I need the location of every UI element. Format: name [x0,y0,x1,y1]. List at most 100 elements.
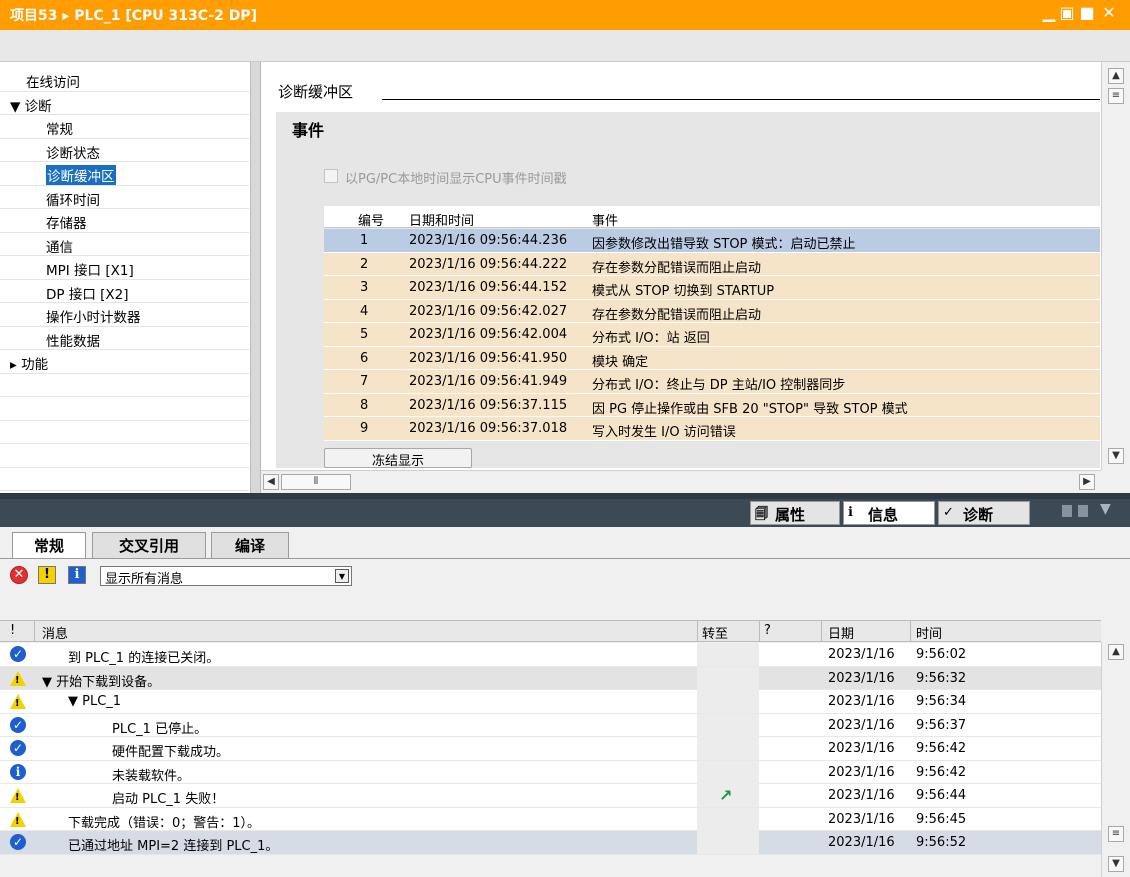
scroll-down-icon[interactable]: ▼ [1108,856,1124,872]
goto-cell[interactable] [697,713,759,737]
nav-item[interactable]: ▸ 功能 [0,350,249,374]
goto-cell[interactable] [697,831,759,854]
goto-cell[interactable] [697,737,759,760]
event-event: 分布式 I/O：终止与 DP 主站/IO 控制器同步 [592,378,846,393]
tab-cross-reference[interactable]: 交叉引用 [92,532,206,558]
nav-item[interactable]: 在线访问 [0,68,249,92]
message-row[interactable]: ! 下载完成（错误：0；警告：1）。 2023/1/16 9:56:45 [0,807,1101,831]
nav-item[interactable]: ▼ 诊断 [0,92,249,115]
col-goto[interactable]: 转至 [702,623,728,642]
goto-cell[interactable] [697,690,759,713]
nav-item[interactable]: 循环时间 [0,186,249,209]
scroll-left-icon[interactable]: ◀ [263,474,279,490]
goto-cell[interactable] [697,666,759,690]
tab-diagnostics[interactable]: ✓ 诊断 [938,501,1030,525]
goto-cell[interactable] [697,807,759,831]
message-row[interactable]: ↗! 启动 PLC_1 失败！ 2023/1/16 9:56:44 [0,784,1101,808]
scroll-right-icon[interactable]: ▶ [1079,474,1095,490]
collapse-arrow-icon[interactable]: ▼ [1100,501,1111,517]
nav-item[interactable]: 操作小时计数器 [0,303,249,327]
nav-item[interactable]: 诊断缓冲区 [0,162,249,186]
scroll-up-icon[interactable]: ▲ [1108,644,1124,660]
tab-general[interactable]: 常规 [12,532,86,558]
nav-item-label: 性能数据 [46,333,100,350]
goto-arrow-icon[interactable]: ↗ [719,786,732,805]
nav-item[interactable]: DP 接口 [X2] [0,280,249,303]
panel-splitter[interactable] [251,62,261,493]
scroll-thumb[interactable]: ⦀ [281,474,351,490]
event-row[interactable]: 2 2023/1/16 09:56:44.222 存在参数分配错误而阻止启动 [324,252,1100,276]
col-time[interactable]: 时间 [916,623,942,642]
nav-item-label: 在线访问 [26,75,80,91]
col-separator [697,620,698,642]
col-datetime[interactable]: 日期和时间 [409,210,474,229]
warning-filter-icon[interactable]: ! [38,566,56,584]
goto-cell[interactable] [697,760,759,784]
nav-item[interactable]: 诊断状态 [0,139,249,162]
error-filter-icon[interactable]: ✕ [10,566,28,584]
nav-item[interactable]: 性能数据 [0,327,249,350]
event-row[interactable]: 7 2023/1/16 09:56:41.949 分布式 I/O：终止与 DP 主站… [324,370,1100,394]
event-row[interactable]: 5 2023/1/16 09:56:42.004 分布式 I/O：站 返回 [324,323,1100,347]
scroll-grip-icon[interactable]: ≡ [1108,826,1124,842]
message-time: 9:56:52 [916,835,967,850]
tab-properties[interactable]: 🗐 属性 [750,501,840,525]
col-flag[interactable]: ! [10,623,15,638]
chevron-down-icon[interactable]: ▼ [335,569,349,583]
event-no: 7 [360,374,369,389]
event-row[interactable]: 3 2023/1/16 09:56:44.152 模式从 STOP 切换到 STAR… [324,276,1100,300]
maximize-icon[interactable]: ■ [1078,3,1096,22]
col-no[interactable]: 编号 [358,210,384,229]
message-row[interactable]: ✓ 到 PLC_1 的连接已关闭。 2023/1/16 9:56:02 [0,643,1101,667]
message-row[interactable]: ✓ PLC_1 已停止。 2023/1/16 9:56:37 [0,713,1101,737]
col-question[interactable]: ? [764,623,771,638]
message-row[interactable]: ! ▼ PLC_1 2023/1/16 9:56:34 [0,690,1101,714]
tab-info[interactable]: ℹ 信息 [843,501,935,525]
event-row[interactable]: 4 2023/1/16 09:56:42.027 存在参数分配错误而阻止启动 [324,299,1100,323]
restore-icon[interactable]: ▣ [1058,3,1076,22]
message-text: 已通过地址 MPI=2 连接到 PLC_1。 [68,839,279,854]
freeze-display-button[interactable]: 冻结显示 [324,448,472,469]
nav-item-label: 存储器 [46,216,87,232]
messages-vertical-scrollbar[interactable]: ▲ ≡ ▼ [1101,642,1130,877]
message-row[interactable]: ✓ 已通过地址 MPI=2 连接到 PLC_1。 2023/1/16 9:56:52 [0,831,1101,855]
message-row[interactable]: ✓ 硬件配置下载成功。 2023/1/16 9:56:42 [0,737,1101,761]
scroll-grip-icon[interactable]: ≡ [1108,88,1124,104]
nav-item[interactable]: 常规 [0,115,249,139]
nav-item[interactable]: 通信 [0,233,249,256]
close-icon[interactable]: ✕ [1100,3,1118,22]
message-row[interactable]: i 未装载软件。 2023/1/16 9:56:42 [0,760,1101,784]
info-filter-icon[interactable]: i [68,566,86,584]
message-time: 9:56:44 [916,788,967,803]
event-datetime: 2023/1/16 09:56:44.222 [409,256,568,272]
tab-compile[interactable]: 编译 [211,532,289,558]
goto-cell[interactable]: ↗ [697,784,759,807]
event-row[interactable]: 1 2023/1/16 09:56:44.236 因参数修改出错导致 STOP 模式… [324,229,1100,253]
content-vertical-scrollbar[interactable]: ▲ ≡ ▼ [1101,62,1130,470]
nav-item[interactable]: 存储器 [0,209,249,233]
scroll-up-icon[interactable]: ▲ [1108,68,1124,84]
split-window-icon[interactable] [1078,505,1088,517]
content-horizontal-scrollbar[interactable]: ◀ ⦀ ▶ [261,470,1101,493]
nav-empty-row [0,468,249,491]
goto-cell[interactable] [697,643,759,666]
message-date: 2023/1/16 [828,835,895,850]
scroll-down-icon[interactable]: ▼ [1108,448,1124,464]
nav-item[interactable]: MPI 接口 [X1] [0,256,249,280]
col-date[interactable]: 日期 [828,623,854,642]
message-date: 2023/1/16 [828,741,895,756]
success-check-icon: ✓ [10,716,26,733]
message-date: 2023/1/16 [828,788,895,803]
event-event: 因参数修改出错导致 STOP 模式：启动已禁止 [592,237,856,252]
float-window-icon[interactable] [1062,505,1072,517]
event-row[interactable]: 6 2023/1/16 09:56:41.950 模块 确定 [324,346,1100,370]
col-event[interactable]: 事件 [592,210,618,229]
col-message[interactable]: 消息 [42,623,68,642]
message-filter-select[interactable]: 显示所有消息 ▼ [100,566,352,587]
event-row[interactable]: 8 2023/1/16 09:56:37.115 因 PG 停止操作或由 SFB 2… [324,393,1100,417]
message-row[interactable]: ! ▼ 开始下载到设备。 2023/1/16 9:56:32 [0,666,1101,690]
local-time-checkbox[interactable] [324,169,338,183]
event-row[interactable]: 9 2023/1/16 09:56:37.018 写入时发生 I/O 访问错误 [324,417,1100,441]
nav-empty-row [0,444,249,468]
minimize-icon[interactable]: ▁ [1040,3,1058,22]
